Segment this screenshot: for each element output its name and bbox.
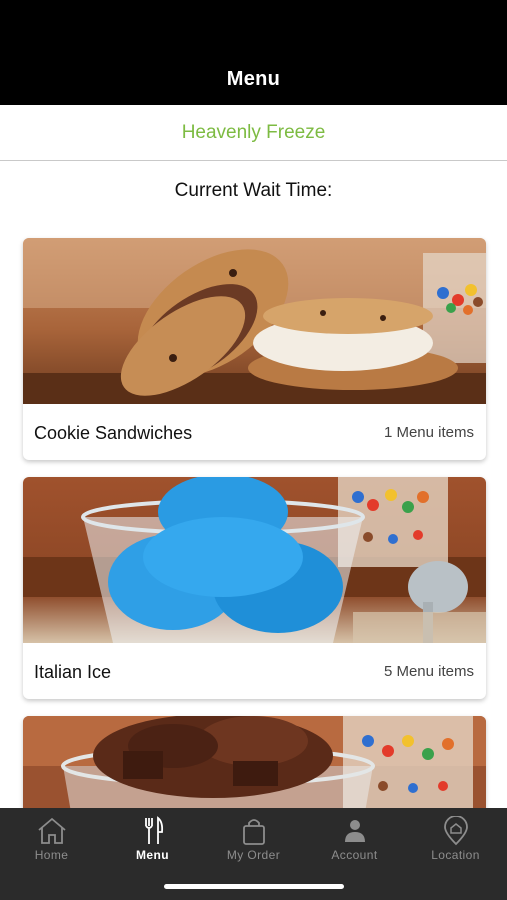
tab-label: My Order (226, 848, 281, 862)
category-item-count: 1 Menu items (383, 424, 474, 441)
category-name: Italian Ice (34, 662, 112, 682)
fork-knife-icon (144, 816, 163, 844)
tab-menu[interactable]: Menu (102, 808, 203, 878)
tab-location[interactable]: Location (405, 808, 506, 878)
app-header: Menu (0, 0, 507, 105)
tab-label: Location (431, 848, 480, 862)
page-title: Menu (226, 68, 281, 90)
category-card-cookie-sandwiches[interactable]: Cookie Sandwiches 1 Menu items (23, 238, 486, 460)
category-item-count: 5 Menu items (383, 663, 474, 680)
tab-home[interactable]: Home (1, 808, 102, 878)
store-name[interactable]: Heavenly Freeze (0, 122, 507, 144)
tab-my-order[interactable]: My Order (203, 808, 304, 878)
home-indicator (164, 884, 344, 889)
location-pin-icon (443, 816, 468, 846)
tab-label: Menu (136, 848, 169, 862)
wait-time-label: Current Wait Time: (174, 180, 333, 201)
cookie-sandwich-photo (23, 238, 486, 404)
tab-label: Account (331, 848, 378, 862)
tab-label: Home (34, 848, 69, 862)
person-icon (344, 820, 365, 842)
blue-italian-ice-photo (23, 477, 486, 643)
tab-account[interactable]: Account (304, 808, 405, 878)
bottom-tab-bar: Home Menu My Order Account Location (0, 808, 507, 900)
home-icon (37, 817, 66, 844)
shopping-bag-icon (242, 819, 265, 845)
category-name: Cookie Sandwiches (34, 423, 193, 443)
category-card-italian-ice[interactable]: Italian Ice 5 Menu items (23, 477, 486, 699)
store-bar[interactable]: Heavenly Freeze (0, 105, 507, 161)
